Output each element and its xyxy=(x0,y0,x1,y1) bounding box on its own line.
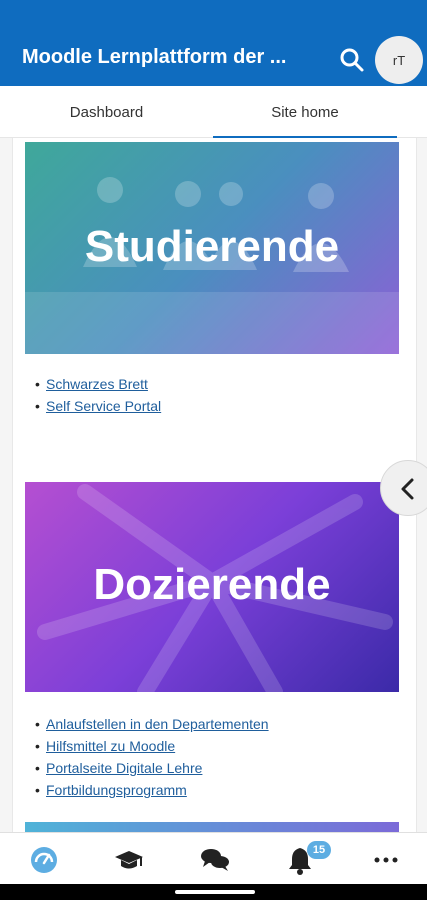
list-item: Hilfsmittel zu Moodle xyxy=(35,738,269,760)
block-drawer-toggle[interactable] xyxy=(380,460,427,516)
dozierende-banner-text: Dozierende xyxy=(93,560,331,609)
next-banner-partial xyxy=(25,822,399,832)
link-fortbildungsprogramm[interactable]: Fortbildungsprogramm xyxy=(46,782,187,798)
list-item: Anlaufstellen in den Departementen xyxy=(35,716,269,738)
dozierende-links: Anlaufstellen in den Departementen Hilfs… xyxy=(35,716,269,804)
link-self-service-portal[interactable]: Self Service Portal xyxy=(46,398,161,414)
link-anlaufstellen[interactable]: Anlaufstellen in den Departementen xyxy=(46,716,269,732)
messages-icon xyxy=(201,849,229,871)
dozierende-banner: Dozierende xyxy=(25,482,399,692)
chevron-left-icon xyxy=(401,478,414,500)
notifications-badge: 15 xyxy=(307,841,331,859)
search-icon xyxy=(340,48,364,72)
studierende-banner-text: Studierende xyxy=(84,222,340,271)
more-icon xyxy=(374,857,398,863)
nav-more[interactable] xyxy=(371,845,401,875)
link-hilfsmittel-moodle[interactable]: Hilfsmittel zu Moodle xyxy=(46,738,175,754)
list-item: Self Service Portal xyxy=(35,398,161,420)
dashboard-icon xyxy=(31,847,57,873)
user-avatar[interactable]: rT xyxy=(375,36,423,84)
link-portalseite-digitale-lehre[interactable]: Portalseite Digitale Lehre xyxy=(46,760,202,776)
nav-courses[interactable] xyxy=(114,845,144,875)
avatar-initials: rT xyxy=(392,52,406,68)
list-item: Portalseite Digitale Lehre xyxy=(35,760,269,782)
link-schwarzes-brett[interactable]: Schwarzes Brett xyxy=(46,376,148,392)
tab-site-home-label: Site home xyxy=(271,103,339,121)
tab-bar: Dashboard Site home xyxy=(0,86,427,138)
nav-dashboard[interactable] xyxy=(29,845,59,875)
app-bar: Moodle Lernplattform der ... rT xyxy=(0,32,427,86)
tab-dashboard-label: Dashboard xyxy=(69,103,144,121)
search-button[interactable] xyxy=(338,46,366,74)
gesture-bar xyxy=(0,884,427,900)
studierende-links: Schwarzes Brett Self Service Portal xyxy=(35,376,161,420)
studierende-banner: Studierende xyxy=(25,142,399,354)
tab-dashboard[interactable]: Dashboard xyxy=(0,86,213,138)
list-item: Fortbildungsprogramm xyxy=(35,782,269,804)
bottom-navigation: 15 xyxy=(0,832,427,884)
site-home-content[interactable]: Studierende Schwarzes Brett Self Service… xyxy=(0,138,427,832)
courses-icon xyxy=(115,851,143,869)
tab-site-home[interactable]: Site home xyxy=(213,86,397,138)
status-bar xyxy=(0,0,427,32)
page-title: Moodle Lernplattform der ... xyxy=(22,46,287,68)
home-indicator[interactable] xyxy=(175,890,255,894)
nav-messages[interactable] xyxy=(200,845,230,875)
list-item: Schwarzes Brett xyxy=(35,376,161,398)
